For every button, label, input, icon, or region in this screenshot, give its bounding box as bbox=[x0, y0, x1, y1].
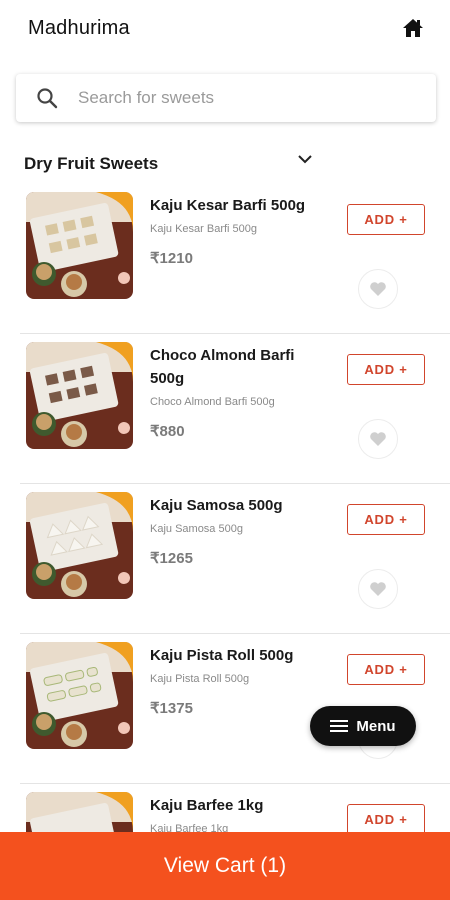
view-cart-label: View Cart (1) bbox=[163, 854, 287, 877]
category-header[interactable]: Dry Fruit Sweets bbox=[24, 148, 314, 180]
product-description: Kaju Pista Roll 500g bbox=[150, 673, 250, 685]
favorite-button[interactable] bbox=[358, 419, 398, 459]
product-price: ₹1375 bbox=[150, 700, 193, 717]
add-to-cart-button[interactable]: ADD + bbox=[347, 504, 425, 535]
product-name: Choco Almond Barfi 500g bbox=[150, 347, 295, 387]
product-image bbox=[26, 492, 133, 599]
product-image bbox=[26, 642, 133, 749]
product-item: Choco Almond Barfi 500g Choco Almond Bar… bbox=[20, 334, 450, 484]
hamburger-icon bbox=[330, 720, 349, 732]
product-description: Kaju Kesar Barfi 500g bbox=[150, 223, 258, 235]
product-name: Kaju Barfee 1kg bbox=[150, 797, 264, 814]
heart-icon bbox=[370, 432, 386, 446]
product-name: Kaju Pista Roll 500g bbox=[150, 647, 294, 664]
product-list: Kaju Kesar Barfi 500g Kaju Kesar Barfi 5… bbox=[0, 184, 450, 900]
product-description: Kaju Samosa 500g bbox=[150, 523, 243, 535]
search-bar[interactable] bbox=[16, 74, 436, 122]
product-price: ₹1210 bbox=[150, 250, 193, 267]
app-screen: Madhurima Dry Fruit Sweets bbox=[0, 0, 450, 900]
add-to-cart-button[interactable]: ADD + bbox=[347, 354, 425, 385]
product-price: ₹880 bbox=[150, 423, 185, 440]
view-cart-button[interactable]: View Cart (1) bbox=[0, 832, 450, 900]
product-description: Choco Almond Barfi 500g bbox=[150, 396, 275, 408]
add-to-cart-button[interactable]: ADD + bbox=[347, 804, 425, 835]
add-to-cart-button[interactable]: ADD + bbox=[347, 204, 425, 235]
app-title: Madhurima bbox=[28, 16, 130, 39]
add-to-cart-button[interactable]: ADD + bbox=[347, 654, 425, 685]
menu-button-label: Menu bbox=[356, 717, 396, 735]
product-name: Kaju Samosa 500g bbox=[150, 497, 283, 514]
product-image bbox=[26, 342, 133, 449]
category-title: Dry Fruit Sweets bbox=[24, 154, 159, 173]
chevron-down-icon bbox=[298, 155, 312, 164]
product-item: Kaju Kesar Barfi 500g Kaju Kesar Barfi 5… bbox=[20, 184, 450, 334]
product-price: ₹1265 bbox=[150, 550, 193, 567]
product-item: Kaju Samosa 500g Kaju Samosa 500g ₹1265 … bbox=[20, 484, 450, 634]
favorite-button[interactable] bbox=[358, 569, 398, 609]
favorite-button[interactable] bbox=[358, 269, 398, 309]
product-name: Kaju Kesar Barfi 500g bbox=[150, 197, 306, 214]
menu-button[interactable]: Menu bbox=[310, 706, 416, 746]
product-image bbox=[26, 192, 133, 299]
heart-icon bbox=[370, 282, 386, 296]
search-input[interactable] bbox=[78, 74, 436, 122]
home-button[interactable] bbox=[400, 15, 426, 41]
search-icon bbox=[37, 88, 58, 109]
heart-icon bbox=[370, 582, 386, 596]
home-icon bbox=[403, 19, 423, 37]
app-header: Madhurima bbox=[0, 0, 450, 56]
